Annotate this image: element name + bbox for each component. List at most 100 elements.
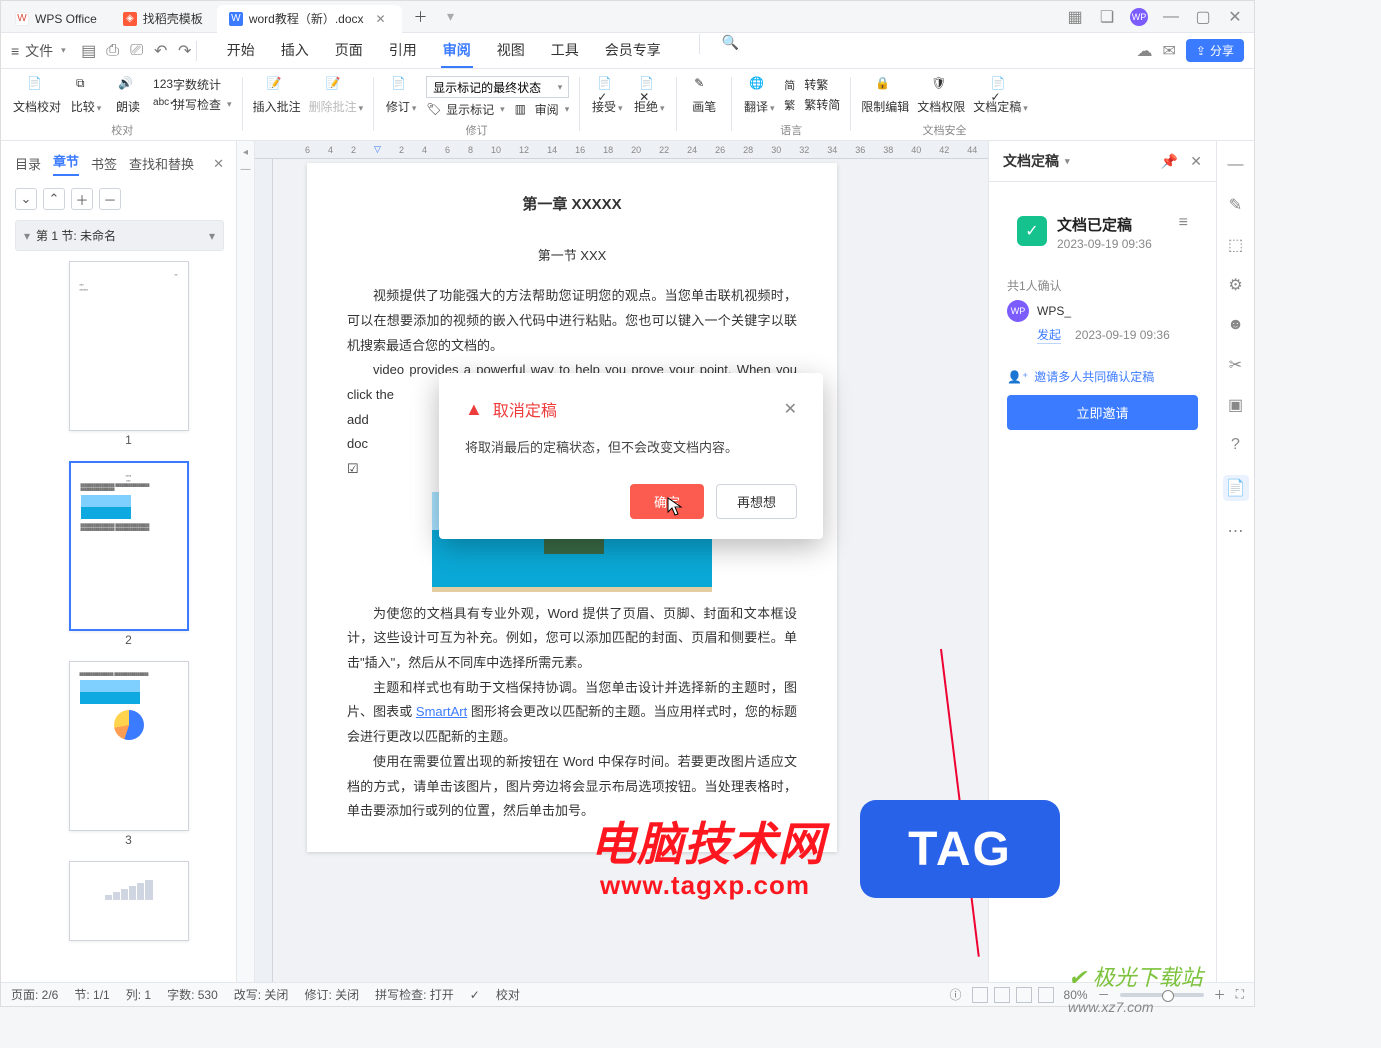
- view-web-icon[interactable]: [1016, 987, 1032, 1003]
- tab-reference[interactable]: 引用: [387, 34, 419, 68]
- zoom-in-button[interactable]: ＋: [1214, 986, 1226, 1003]
- horizontal-ruler[interactable]: 642 ▽ 2468101214161820222426283032343638…: [255, 141, 988, 159]
- revision-view-select[interactable]: 显示标记的最终状态▾: [426, 76, 569, 98]
- rail-finalize-icon[interactable]: 📄: [1223, 475, 1249, 501]
- rail-select-icon[interactable]: ⬚: [1226, 235, 1246, 255]
- status-overwrite[interactable]: 改写: 关闭: [234, 986, 289, 1003]
- accessibility-icon[interactable]: ⓘ: [950, 986, 962, 1003]
- search-icon[interactable]: 🔍: [722, 34, 739, 68]
- status-column[interactable]: 列: 1: [126, 986, 151, 1003]
- translate-button[interactable]: 🌐翻译▾: [742, 76, 776, 115]
- minimize-button[interactable]: —: [1162, 8, 1180, 26]
- file-menu[interactable]: 文件: [25, 41, 53, 61]
- invite-button[interactable]: 立即邀请: [1007, 395, 1198, 430]
- invite-more-link[interactable]: 👤⁺ 邀请多人共同确认定稿: [1007, 368, 1198, 385]
- share-button[interactable]: ⇪ 分享: [1186, 39, 1244, 62]
- close-icon[interactable]: ✕: [376, 12, 390, 26]
- word-count-button[interactable]: 123字数统计: [153, 76, 232, 93]
- rail-pencil-icon[interactable]: ✎: [1226, 195, 1246, 215]
- tab-insert[interactable]: 插入: [279, 34, 311, 68]
- card-menu-button[interactable]: ≡: [1179, 214, 1188, 232]
- tab-review[interactable]: 审阅: [441, 34, 473, 68]
- page-thumbnail-3[interactable]: ████████████████ ████████████████: [69, 661, 189, 831]
- smartart-link[interactable]: SmartArt: [416, 704, 467, 719]
- rail-more-icon[interactable]: ⋯: [1226, 521, 1246, 541]
- insert-comment-button[interactable]: 📝插入批注: [253, 76, 301, 115]
- status-proof-icon[interactable]: ✓: [470, 988, 480, 1002]
- tab-start[interactable]: 开始: [225, 34, 257, 68]
- tab-member[interactable]: 会员专享: [603, 34, 663, 68]
- status-revise[interactable]: 修订: 关闭: [304, 986, 359, 1003]
- dialog-close-button[interactable]: ✕: [784, 399, 797, 419]
- compare-button[interactable]: ⧉比较▾: [69, 76, 103, 115]
- page-thumbnail-2[interactable]: ▪▪▪▪▪▪▪ ████████████████ ███████████████…: [69, 461, 189, 631]
- redo-icon[interactable]: ↷: [176, 42, 194, 60]
- print-icon[interactable]: ⎙: [104, 42, 122, 60]
- avatar[interactable]: WP: [1130, 8, 1148, 26]
- rail-collapse-icon[interactable]: —: [1226, 155, 1246, 175]
- nav-tab-find[interactable]: 查找和替换: [129, 154, 194, 173]
- fullscreen-icon[interactable]: ⛶: [1236, 987, 1244, 1002]
- spell-check-button[interactable]: abc✓拼写检查▾: [153, 96, 232, 113]
- restrict-edit-button[interactable]: 🔒限制编辑: [861, 76, 909, 115]
- vertical-ruler[interactable]: [255, 159, 273, 982]
- rail-settings-icon[interactable]: ⚙: [1226, 275, 1246, 295]
- nav-add-button[interactable]: ＋: [71, 188, 93, 210]
- view-read-icon[interactable]: [1038, 987, 1054, 1003]
- revise-button[interactable]: 📄修订▾: [384, 76, 418, 115]
- show-marks-button[interactable]: 🏷显示标记▾: [426, 101, 505, 118]
- status-spell[interactable]: 拼写检查: 打开: [375, 986, 454, 1003]
- app-grid-icon[interactable]: ▦: [1066, 8, 1084, 26]
- tab-view[interactable]: 视图: [495, 34, 527, 68]
- hamburger-icon[interactable]: ≡: [11, 43, 19, 59]
- rail-layout-icon[interactable]: ▣: [1226, 395, 1246, 415]
- brush-button[interactable]: ✎画笔: [687, 76, 721, 115]
- read-aloud-button[interactable]: 🔊朗读: [111, 76, 145, 115]
- section-header[interactable]: ▾ 第 1 节: 未命名 ▾: [15, 220, 224, 251]
- tab-app[interactable]: W WPS Office: [3, 5, 109, 33]
- rail-tools-icon[interactable]: ✂: [1226, 355, 1246, 375]
- status-section[interactable]: 节: 1/1: [74, 986, 109, 1003]
- nav-collapse-button[interactable]: ⌃: [43, 188, 65, 210]
- tab-template[interactable]: ◈ 找稻壳模板: [111, 5, 215, 33]
- page-thumbnail-4[interactable]: [69, 861, 189, 941]
- status-words[interactable]: 字数: 530: [167, 986, 218, 1003]
- nav-tab-chapter[interactable]: 章节: [53, 151, 79, 176]
- preview-icon[interactable]: ⎚: [128, 42, 146, 60]
- nav-remove-button[interactable]: －: [99, 188, 121, 210]
- nav-expand-button[interactable]: ⌄: [15, 188, 37, 210]
- box-icon[interactable]: ❏: [1098, 8, 1116, 26]
- page-thumbnail-1[interactable]: ▪▪▪▪▪▪▪▪▪▪▪: [69, 261, 189, 431]
- tab-tools[interactable]: 工具: [549, 34, 581, 68]
- cancel-button[interactable]: 再想想: [716, 484, 797, 519]
- chevron-down-icon[interactable]: ▾: [61, 45, 66, 56]
- undo-icon[interactable]: ↶: [152, 42, 170, 60]
- finalize-button[interactable]: 📄✓文档定稿▾: [973, 76, 1028, 115]
- trad-to-simp-button[interactable]: 繁繁转简: [784, 96, 840, 113]
- rail-help-icon[interactable]: ?: [1226, 435, 1246, 455]
- tab-document[interactable]: W word教程（新）.docx ✕: [217, 5, 402, 33]
- maximize-button[interactable]: ▢: [1194, 8, 1212, 26]
- confirm-button[interactable]: 确定: [630, 484, 704, 519]
- chevron-down-icon[interactable]: ▾: [1065, 156, 1070, 167]
- tab-more-button[interactable]: ▾: [440, 8, 462, 25]
- status-proof[interactable]: 校对: [496, 986, 520, 1003]
- tab-page[interactable]: 页面: [333, 34, 365, 68]
- review-pane-button[interactable]: ▥审阅▾: [515, 101, 570, 118]
- permissions-button[interactable]: 🛡文档权限: [917, 76, 965, 115]
- doc-compare-button[interactable]: 📄文档校对: [13, 76, 61, 115]
- nav-close-button[interactable]: ✕: [213, 156, 224, 172]
- tab-add-button[interactable]: ＋: [410, 7, 432, 27]
- simp-to-trad-button[interactable]: 简转繁: [784, 76, 840, 93]
- save-icon[interactable]: ▤: [80, 42, 98, 60]
- view-outline-icon[interactable]: [994, 987, 1010, 1003]
- reject-button[interactable]: 📄✕拒绝▾: [632, 76, 666, 115]
- cloud-icon[interactable]: ☁: [1137, 41, 1153, 61]
- view-print-icon[interactable]: [972, 987, 988, 1003]
- close-window-button[interactable]: ✕: [1226, 8, 1244, 26]
- close-panel-button[interactable]: ✕: [1190, 153, 1202, 170]
- feedback-icon[interactable]: ✉: [1163, 41, 1176, 61]
- accept-button[interactable]: 📄✓接受▾: [590, 76, 624, 115]
- rail-robot-icon[interactable]: ☻: [1226, 315, 1246, 335]
- nav-tab-bookmark[interactable]: 书签: [91, 154, 117, 173]
